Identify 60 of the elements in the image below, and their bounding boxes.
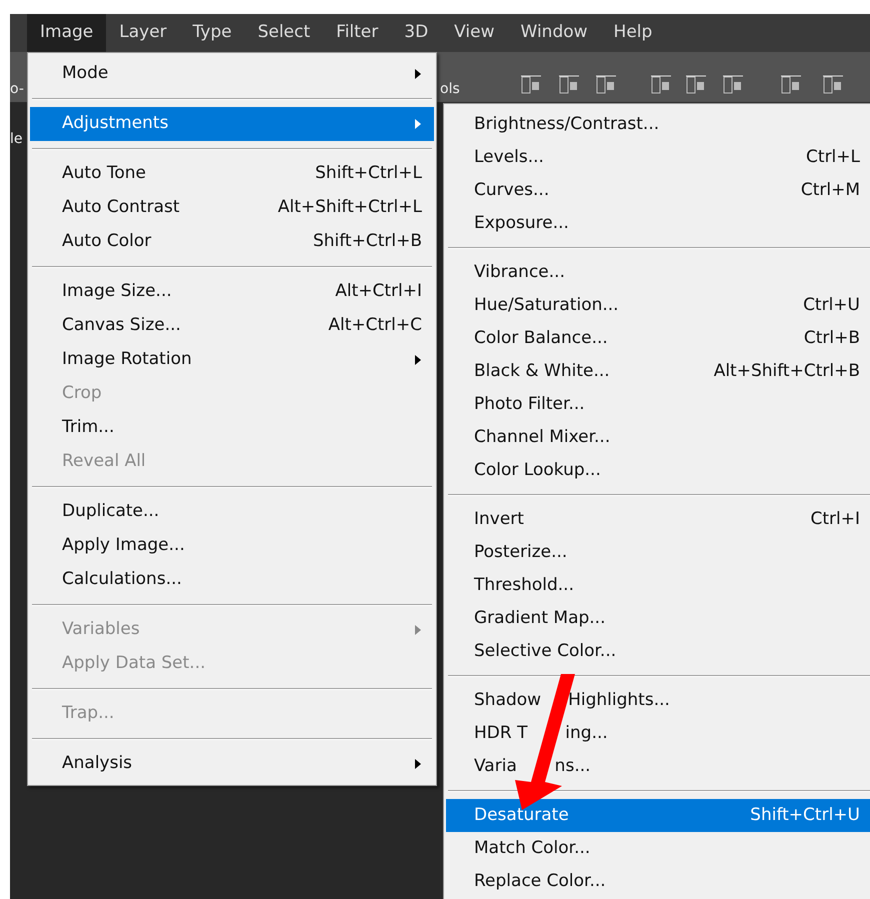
menu-item[interactable]: Exposure... bbox=[446, 207, 870, 240]
menu-item[interactable]: View bbox=[441, 14, 508, 52]
align-icon[interactable] bbox=[685, 74, 707, 96]
menu-item[interactable]: Duplicate... bbox=[30, 495, 434, 529]
submenu-arrow-icon bbox=[414, 624, 422, 636]
menu-item[interactable]: Varia ns... bbox=[446, 750, 870, 783]
submenu-arrow-icon bbox=[414, 354, 422, 366]
align-icon[interactable] bbox=[558, 74, 580, 96]
align-icon[interactable] bbox=[780, 74, 802, 96]
menu-item[interactable]: Adjustments bbox=[30, 107, 434, 141]
menu-item[interactable]: Posterize... bbox=[446, 536, 870, 569]
align-icon[interactable] bbox=[650, 74, 672, 96]
menu-item[interactable]: Apply Image... bbox=[30, 529, 434, 563]
menu-item[interactable]: Mode bbox=[30, 57, 434, 91]
menu-item[interactable]: Window bbox=[508, 14, 601, 52]
menu-item[interactable]: Invert Ctrl+I bbox=[446, 503, 870, 536]
align-icon[interactable] bbox=[722, 74, 744, 96]
align-icon[interactable] bbox=[822, 74, 844, 96]
menu-item[interactable]: Levels... Ctrl+L bbox=[446, 141, 870, 174]
menu-item[interactable]: Color Balance... Ctrl+B bbox=[446, 322, 870, 355]
menu-item[interactable]: Auto Tone Shift+Ctrl+L bbox=[30, 157, 434, 191]
menu-item[interactable]: Auto Contrast Alt+Shift+Ctrl+L bbox=[30, 191, 434, 225]
menu-item[interactable]: Select bbox=[244, 14, 324, 52]
menu-item[interactable]: Calculations... bbox=[30, 563, 434, 597]
menu-item[interactable]: Threshold... bbox=[446, 569, 870, 602]
panel-label: le bbox=[10, 130, 23, 149]
submenu-arrow-icon bbox=[414, 118, 422, 130]
menu-item[interactable]: Gradient Map... bbox=[446, 602, 870, 635]
menu-item[interactable]: Canvas Size... Alt+Ctrl+C bbox=[30, 309, 434, 343]
menu-item[interactable]: Filter bbox=[323, 14, 392, 52]
menu-item[interactable]: Shadow Highlights... bbox=[446, 684, 870, 717]
align-icon[interactable] bbox=[520, 74, 542, 96]
menu-item[interactable]: Image Size... Alt+Ctrl+I bbox=[30, 275, 434, 309]
menu-item[interactable]: Image bbox=[27, 14, 106, 52]
menu-item[interactable]: Selective Color... bbox=[446, 635, 870, 668]
panel-label: o- bbox=[10, 80, 24, 99]
align-icon[interactable] bbox=[595, 74, 617, 96]
menu-item[interactable]: Photo Filter... bbox=[446, 388, 870, 421]
menu-item[interactable]: Layer bbox=[106, 14, 180, 52]
menu-item[interactable]: Channel Mixer... bbox=[446, 421, 870, 454]
menu-item[interactable]: HDR T ing... bbox=[446, 717, 870, 750]
submenu-arrow-icon bbox=[414, 758, 422, 770]
menu-item[interactable]: 3D bbox=[391, 14, 442, 52]
menu-item[interactable]: Trim... bbox=[30, 411, 434, 445]
menu-item[interactable]: Hue/Saturation... Ctrl+U bbox=[446, 289, 870, 322]
menu-item[interactable]: Auto Color Shift+Ctrl+B bbox=[30, 225, 434, 259]
menu-item[interactable]: Replace Color... bbox=[446, 865, 870, 898]
menu-item[interactable]: Black & White... Alt+Shift+Ctrl+B bbox=[446, 355, 870, 388]
menu-item[interactable]: Type bbox=[180, 14, 245, 52]
menu-item[interactable]: Curves... Ctrl+M bbox=[446, 174, 870, 207]
menu-item[interactable]: Match Color... bbox=[446, 832, 870, 865]
menu-item[interactable]: Image Rotation bbox=[30, 343, 434, 377]
menu-item[interactable]: Help bbox=[600, 14, 666, 52]
menu-item[interactable]: Analysis bbox=[30, 747, 434, 781]
submenu-arrow-icon bbox=[414, 68, 422, 80]
menu-item[interactable]: Desaturate Shift+Ctrl+U bbox=[446, 799, 870, 832]
menu-item[interactable]: Vibrance... bbox=[446, 256, 870, 289]
menu-item[interactable]: Color Lookup... bbox=[446, 454, 870, 487]
menu-item[interactable]: Brightness/Contrast... bbox=[446, 108, 870, 141]
toolbar-label: ols bbox=[440, 80, 460, 99]
